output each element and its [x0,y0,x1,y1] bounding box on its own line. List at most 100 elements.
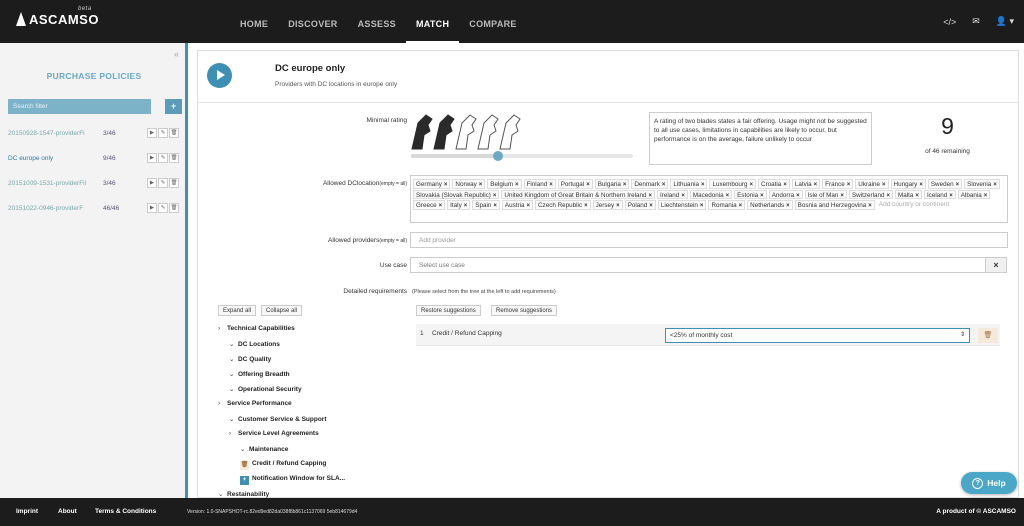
policy-item[interactable]: 20151009-1531-providerFil 3/46 ▶ ✎ 🗑 [8,177,186,191]
tree-node[interactable]: ⌄ DC Quality [229,355,271,363]
play-icon[interactable]: ▶ [147,128,157,138]
nav-assess[interactable]: ASSESS [348,0,406,43]
restore-suggestions-button[interactable]: Restore suggestions [416,305,481,316]
location-tag[interactable]: Germany × [413,179,451,189]
delete-requirement-button[interactable]: 🗑 [978,328,998,343]
location-tag[interactable]: Luxembourg × [709,179,757,189]
tree-node[interactable]: › Service Level Agreements [229,430,319,437]
nav-discover[interactable]: DISCOVER [278,0,347,43]
requirement-value-select[interactable]: <25% of monthly cost ⇕ [665,328,970,343]
remove-tag-icon[interactable]: × [847,182,851,188]
location-tag[interactable]: Croatia × [758,179,790,189]
user-menu-icon[interactable]: 👤 ▾ [996,16,1014,27]
tree-node[interactable]: ⌄ Offering Breadth [229,370,290,378]
trash-icon[interactable]: 🗑 [240,461,249,470]
trash-icon[interactable]: 🗑 [169,203,179,213]
about-link[interactable]: About [58,508,77,515]
location-tag[interactable]: Czech Republic × [535,200,591,210]
clear-use-case-button[interactable]: × [985,257,1007,273]
tree-node[interactable]: › Service Performance [218,400,292,407]
search-filter-input[interactable]: Search filter [8,99,151,114]
tree-node[interactable]: ⌄ Customer Service & Support [229,415,327,423]
location-tag[interactable]: Norway × [452,179,486,189]
remove-tag-icon[interactable]: × [526,203,530,209]
remove-tag-icon[interactable]: × [796,193,800,199]
chevron-right-icon[interactable]: › [229,430,238,437]
plus-icon[interactable]: + [240,476,249,485]
location-tag[interactable]: Malta × [895,189,922,199]
location-tag[interactable]: Portugal × [557,179,593,189]
policy-name[interactable]: 20151022-0946-providerF [8,205,98,212]
location-tag[interactable]: Slovakia (Slovak Republic) × [413,189,500,199]
provider-input[interactable]: Add provider [410,232,1008,248]
expand-all-button[interactable]: Expand all [218,305,257,316]
tree-node[interactable]: ⌄ Maintenance [240,445,288,453]
remove-tag-icon[interactable]: × [949,193,953,199]
remove-tag-icon[interactable]: × [760,193,764,199]
location-tag[interactable]: Netherlands × [747,200,793,210]
app-logo[interactable]: ASCAMSO beta [16,6,99,27]
tree-node[interactable]: 🗑 Credit / Refund Capping [240,460,326,470]
help-button[interactable]: ? Help [961,472,1017,494]
remove-tag-icon[interactable]: × [584,203,588,209]
remove-tag-icon[interactable]: × [649,193,653,199]
remove-tag-icon[interactable]: × [783,182,787,188]
location-tag[interactable]: Macedonia × [689,189,733,199]
remove-tag-icon[interactable]: × [623,182,627,188]
nav-match[interactable]: MATCH [405,0,460,43]
tree-node[interactable]: › Technical Capabilities [218,325,295,332]
remove-tag-icon[interactable]: × [814,182,818,188]
location-tag[interactable]: Latvia × [791,179,821,189]
chevron-down-icon[interactable]: ⌄ [229,370,238,378]
mail-icon[interactable]: ✉ [972,16,980,27]
chevron-right-icon[interactable]: › [218,325,227,332]
chevron-down-icon[interactable]: ⌄ [240,445,249,453]
blade-filled-icon[interactable] [411,114,433,150]
remove-tag-icon[interactable]: × [739,203,743,209]
remove-tag-icon[interactable]: × [868,203,872,209]
location-tag[interactable]: Belgium × [487,179,522,189]
location-tag[interactable]: Italy × [447,200,471,210]
remove-tag-icon[interactable]: × [915,193,919,199]
trash-icon[interactable]: 🗑 [169,128,179,138]
remove-tag-icon[interactable]: × [681,193,685,199]
chevron-down-icon[interactable]: ⌄ [218,490,227,498]
location-tag[interactable]: France × [822,179,854,189]
tree-node[interactable]: + Notification Window for SLA... [240,475,345,485]
chevron-down-icon[interactable]: ⌄ [229,340,238,348]
remove-tag-icon[interactable]: × [662,182,666,188]
add-policy-button[interactable]: + [165,99,182,114]
remove-tag-icon[interactable]: × [919,182,923,188]
blade-filled-icon[interactable] [433,114,455,150]
remove-tag-icon[interactable]: × [993,182,997,188]
nav-home[interactable]: HOME [230,0,278,43]
remove-tag-icon[interactable]: × [956,182,960,188]
blade-empty-icon[interactable] [455,114,477,150]
dc-location-tag-input[interactable]: Germany × Norway × Belgium × Finland × Portugal ×… [410,175,1008,223]
chevron-down-icon[interactable]: ⌄ [229,355,238,363]
location-tag[interactable]: Hungary × [890,179,926,189]
remove-tag-icon[interactable]: × [701,182,705,188]
run-policy-icon[interactable] [207,63,232,88]
location-tag[interactable]: Switzerland × [848,189,894,199]
blade-empty-icon[interactable] [477,114,499,150]
trash-icon[interactable]: 🗑 [169,153,179,163]
remove-tag-icon[interactable]: × [649,203,653,209]
code-icon[interactable]: </> [943,17,956,27]
tree-node[interactable]: ⌄ DC Locations [229,340,280,348]
location-tag[interactable]: Liechtenstein × [657,200,707,210]
remove-tag-icon[interactable]: × [887,193,891,199]
chevron-down-icon[interactable]: ⌄ [229,385,238,393]
chevron-down-icon[interactable]: ⌄ [229,415,238,423]
remove-tag-icon[interactable]: × [984,193,988,199]
play-icon[interactable]: ▶ [147,178,157,188]
location-tag[interactable]: Ireland × [657,189,688,199]
collapse-sidebar-icon[interactable]: « [174,49,179,59]
remove-suggestions-button[interactable]: Remove suggestions [491,305,558,316]
location-tag[interactable]: Isle of Man × [804,189,847,199]
location-tag[interactable]: Iceland × [923,189,956,199]
add-country-input[interactable]: Add country or continent [877,200,949,210]
blade-empty-icon[interactable] [499,114,521,150]
remove-tag-icon[interactable]: × [493,193,497,199]
location-tag[interactable]: Austria × [501,200,533,210]
